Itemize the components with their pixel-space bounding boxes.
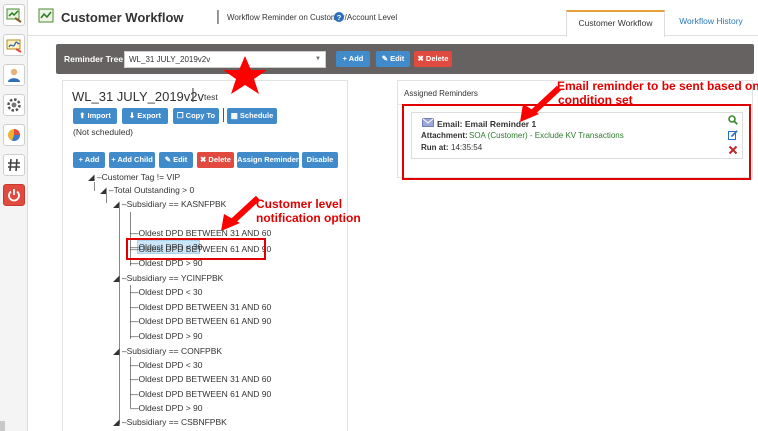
schedule-button[interactable]: ▦ Schedule [227,108,277,124]
expand-arrow-icon: ◢ – [88,172,102,182]
customer-annotation-line1: Customer level [256,197,343,211]
close-icon: ✖ [417,54,426,63]
sidebar-rail [0,0,28,431]
assign-reminder-button[interactable]: Assign Reminder [237,152,299,168]
copy-icon: ❐ [176,111,186,120]
reminder-tree-label: Reminder Tree [64,54,124,64]
import-button[interactable]: ⬆ Import [73,108,117,124]
export-button[interactable]: ⬇ Export [122,108,168,124]
expand-arrow-icon: ◢ – [113,417,127,427]
star-annotation-icon [223,56,267,94]
sidebar-item-workflow[interactable] [3,4,25,26]
svg-text:?: ? [337,13,342,22]
pie-chart-icon [8,129,21,142]
settings-icon [7,98,21,112]
delete-node-button[interactable]: ✖ Delete [197,152,234,168]
workflow-icon [38,8,54,23]
tab-workflow-history[interactable]: Workflow History [671,10,751,37]
node-highlight-box [126,238,266,260]
arrow-annotation-icon [221,195,261,231]
tree-node-dpd[interactable]: —Oldest DPD > 90 [130,402,203,414]
toolbar-divider [223,108,224,122]
signature-icon [6,39,22,53]
expand-arrow-icon: ◢ – [113,199,127,209]
add-child-button[interactable]: + Add Child [109,152,155,168]
tree-connector [94,182,95,191]
user-icon [8,68,20,82]
tree-node-subsidiary[interactable]: ◢ –Subsidiary == CONFPBK [113,345,222,357]
tree-node-total-outstanding[interactable]: ◢ –Total Outstanding > 0 [100,184,194,196]
email-annotation-line2: condition set [558,93,633,107]
schedule-status: (Not scheduled) [73,127,134,137]
workflow-icon [6,8,22,23]
page-header: Customer Workflow | Workflow Reminder on… [28,0,758,37]
tree-node-dpd[interactable]: —Oldest DPD < 30 [130,359,203,371]
add-tree-button[interactable]: + Add [336,51,370,67]
edit-icon: ✎ [164,155,174,164]
app-root: Customer Workflow | Workflow Reminder on… [0,0,758,431]
tree-node-dpd[interactable]: —Oldest DPD BETWEEN 31 AND 60 [130,373,271,385]
email-annotation-line1: Email reminder to be sent based on [557,79,758,93]
tree-node-subsidiary[interactable]: ◢ –Subsidiary == YCINFPBK [113,272,223,284]
tree-node-dpd[interactable]: —Oldest DPD > 90 [130,330,203,342]
tree-node-dpd[interactable]: —Oldest DPD BETWEEN 61 AND 90 [130,388,271,400]
sidebar-item-signature[interactable] [3,34,25,56]
caret-down-icon: ▼ [315,56,321,62]
tree-connector [119,208,120,424]
sidebar-item-settings[interactable] [3,94,25,116]
sidebar-item-logout[interactable] [3,184,25,206]
tree-node-root[interactable]: ◢ –Customer Tag != VIP [88,171,180,183]
hash-icon [8,158,20,172]
copy-to-button[interactable]: ❐ Copy To [173,108,219,124]
tree-node-dpd[interactable]: —Oldest DPD BETWEEN 31 AND 60 [130,301,271,313]
heading-divider: | [191,86,195,103]
customer-annotation-line2: notification option [256,211,361,225]
tree-name-heading: WL_31 JULY_2019v2v [72,89,205,104]
sidebar-item-reports[interactable] [3,124,25,146]
selected-tree-value: WL_31 JULY_2019v2v [129,55,211,64]
tree-node-subsidiary[interactable]: ◢ –Subsidiary == CSBNFPBK [113,416,227,428]
title-divider: | [216,8,220,25]
help-icon[interactable]: ? [334,12,344,22]
tree-node-subsidiary[interactable]: ◢ –Subsidiary == KASNFPBK [113,198,226,210]
edit-node-button[interactable]: ✎ Edit [159,152,193,168]
reminder-highlight-box [402,104,751,180]
tree-node-dpd[interactable]: —Oldest DPD < 30 [130,286,203,298]
edit-tree-button[interactable]: ✎ Edit [376,51,410,67]
sidebar-item-users[interactable] [3,64,25,86]
arrow-annotation-icon [520,85,562,122]
calendar-icon: ▦ [230,111,240,120]
expand-arrow-icon: ◢ – [113,346,127,356]
expand-arrow-icon: ◢ – [100,185,114,195]
reminder-tree-bar: Reminder Tree WL_31 JULY_2019v2v ▼ + Add… [56,44,754,74]
page-subtitle: Workflow Reminder on Customer/Account Le… [227,13,398,22]
disable-button[interactable]: Disable [302,152,338,168]
tab-customer-workflow[interactable]: Customer Workflow [566,10,665,37]
upload-icon: ⬆ [79,111,88,120]
edit-icon: ✎ [381,54,391,63]
tree-node-dpd[interactable]: —Oldest DPD BETWEEN 61 AND 90 [130,315,271,327]
page-title: Customer Workflow [61,10,184,25]
delete-tree-button[interactable]: ✖ Delete [414,51,452,67]
power-icon [8,189,20,202]
add-node-button[interactable]: + Add [73,152,105,168]
resize-handle [0,421,5,431]
assigned-reminders-title: Assigned Reminders [404,89,478,98]
expand-arrow-icon: ◢ – [113,273,127,283]
sidebar-item-numbering[interactable] [3,154,25,176]
